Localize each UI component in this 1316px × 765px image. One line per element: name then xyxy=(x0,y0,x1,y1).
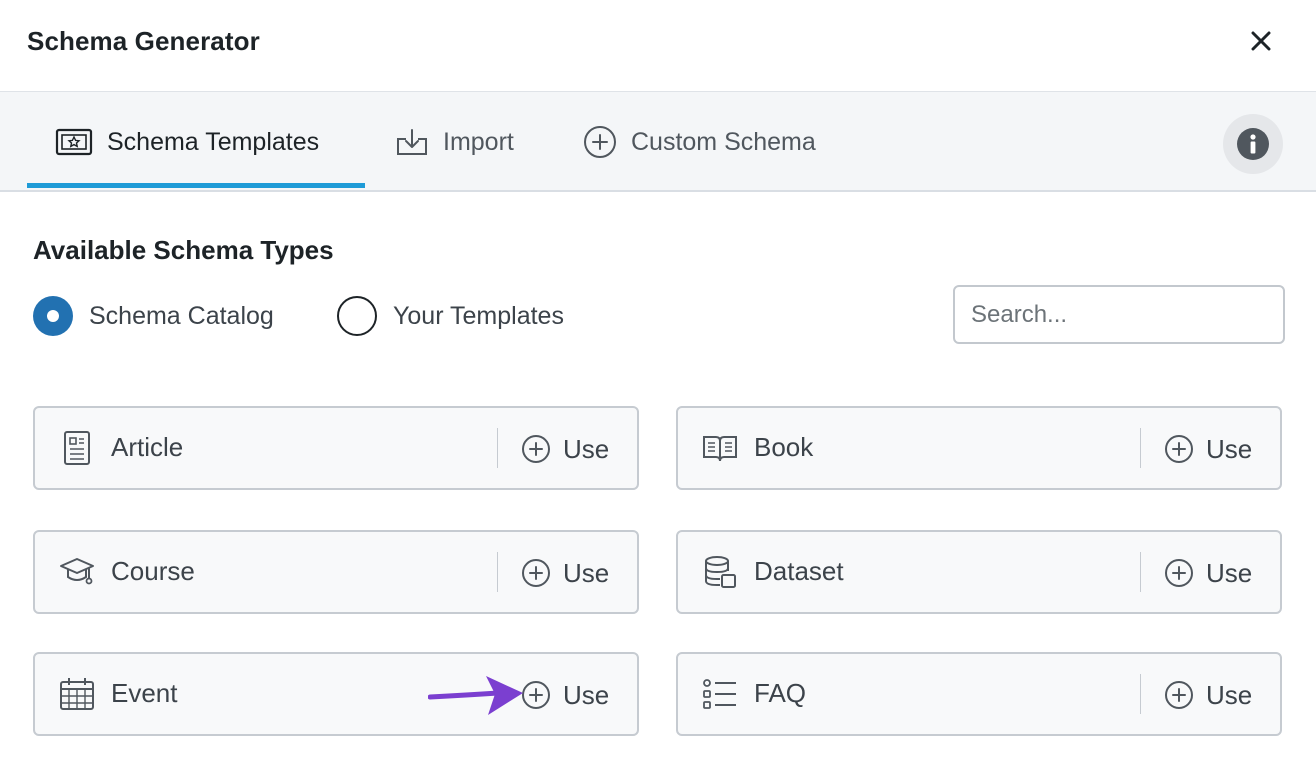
use-button-faq[interactable]: Use xyxy=(1164,674,1252,716)
plus-circle-icon xyxy=(1164,434,1194,464)
book-icon xyxy=(703,436,737,462)
schema-card-dataset: Dataset Use xyxy=(676,530,1282,614)
use-label: Use xyxy=(1206,679,1253,710)
plus-circle-icon xyxy=(521,434,551,464)
use-label: Use xyxy=(1206,557,1253,588)
info-icon xyxy=(1237,128,1269,160)
radio-label: Schema Catalog xyxy=(89,301,274,330)
tab-bar: Schema Templates Import Custom Schema xyxy=(0,92,1316,192)
radio-button[interactable] xyxy=(33,296,73,336)
certificate-icon xyxy=(55,127,93,157)
schema-card-course: Course Use xyxy=(33,530,639,614)
database-icon xyxy=(705,556,736,588)
schema-card-faq: FAQ Use xyxy=(676,652,1282,736)
use-label: Use xyxy=(563,433,610,464)
pointer-arrow-icon xyxy=(428,676,523,715)
modal-title: Schema Generator xyxy=(27,26,260,56)
divider xyxy=(497,552,498,592)
plus-circle-icon xyxy=(1164,558,1194,588)
use-label: Use xyxy=(563,557,610,588)
schema-card-event: Event Use xyxy=(33,652,639,736)
plus-circle-icon xyxy=(1164,680,1194,710)
use-button-course[interactable]: Use xyxy=(521,552,609,594)
radio-schema-catalog[interactable]: Schema Catalog xyxy=(33,296,274,336)
radio-button[interactable] xyxy=(337,296,377,336)
use-button-book[interactable]: Use xyxy=(1164,428,1252,470)
divider xyxy=(497,428,498,468)
schema-name: Dataset xyxy=(754,556,844,586)
schema-name: Book xyxy=(754,432,814,462)
close-icon xyxy=(1251,31,1271,51)
info-button[interactable] xyxy=(1223,114,1283,174)
list-icon xyxy=(703,679,736,709)
search-input[interactable] xyxy=(953,285,1285,344)
active-tab-indicator xyxy=(27,183,365,188)
article-icon xyxy=(64,431,90,465)
radio-your-templates[interactable]: Your Templates xyxy=(337,296,564,336)
use-label: Use xyxy=(563,679,610,710)
section-title: Available Schema Types xyxy=(33,235,334,265)
tab-label: Custom Schema xyxy=(631,127,816,156)
radio-label: Your Templates xyxy=(393,301,564,330)
tab-label: Schema Templates xyxy=(107,127,320,156)
divider xyxy=(1140,428,1141,468)
plus-circle-icon xyxy=(583,125,617,159)
use-label: Use xyxy=(1206,433,1253,464)
schema-name: Article xyxy=(111,432,184,462)
graduation-cap-icon xyxy=(60,558,94,585)
use-button-article[interactable]: Use xyxy=(521,428,609,470)
schema-card-article: Article Use xyxy=(33,406,639,490)
schema-name: Course xyxy=(111,556,195,586)
modal-header: Schema Generator xyxy=(0,0,1316,92)
tab-import[interactable]: Import xyxy=(395,92,514,192)
use-button-dataset[interactable]: Use xyxy=(1164,552,1252,594)
divider xyxy=(1140,552,1141,592)
close-button[interactable] xyxy=(1244,24,1278,58)
divider xyxy=(1140,674,1141,714)
calendar-icon xyxy=(60,678,94,710)
tab-label: Import xyxy=(443,127,514,156)
schema-name: FAQ xyxy=(754,678,807,708)
use-button-event[interactable]: Use xyxy=(521,674,609,716)
tab-custom-schema[interactable]: Custom Schema xyxy=(583,92,816,192)
plus-circle-icon xyxy=(521,680,551,710)
download-icon xyxy=(395,127,429,157)
tab-schema-templates[interactable]: Schema Templates xyxy=(55,92,319,192)
plus-circle-icon xyxy=(521,558,551,588)
schema-card-book: Book Use xyxy=(676,406,1282,490)
schema-name: Event xyxy=(111,678,178,708)
